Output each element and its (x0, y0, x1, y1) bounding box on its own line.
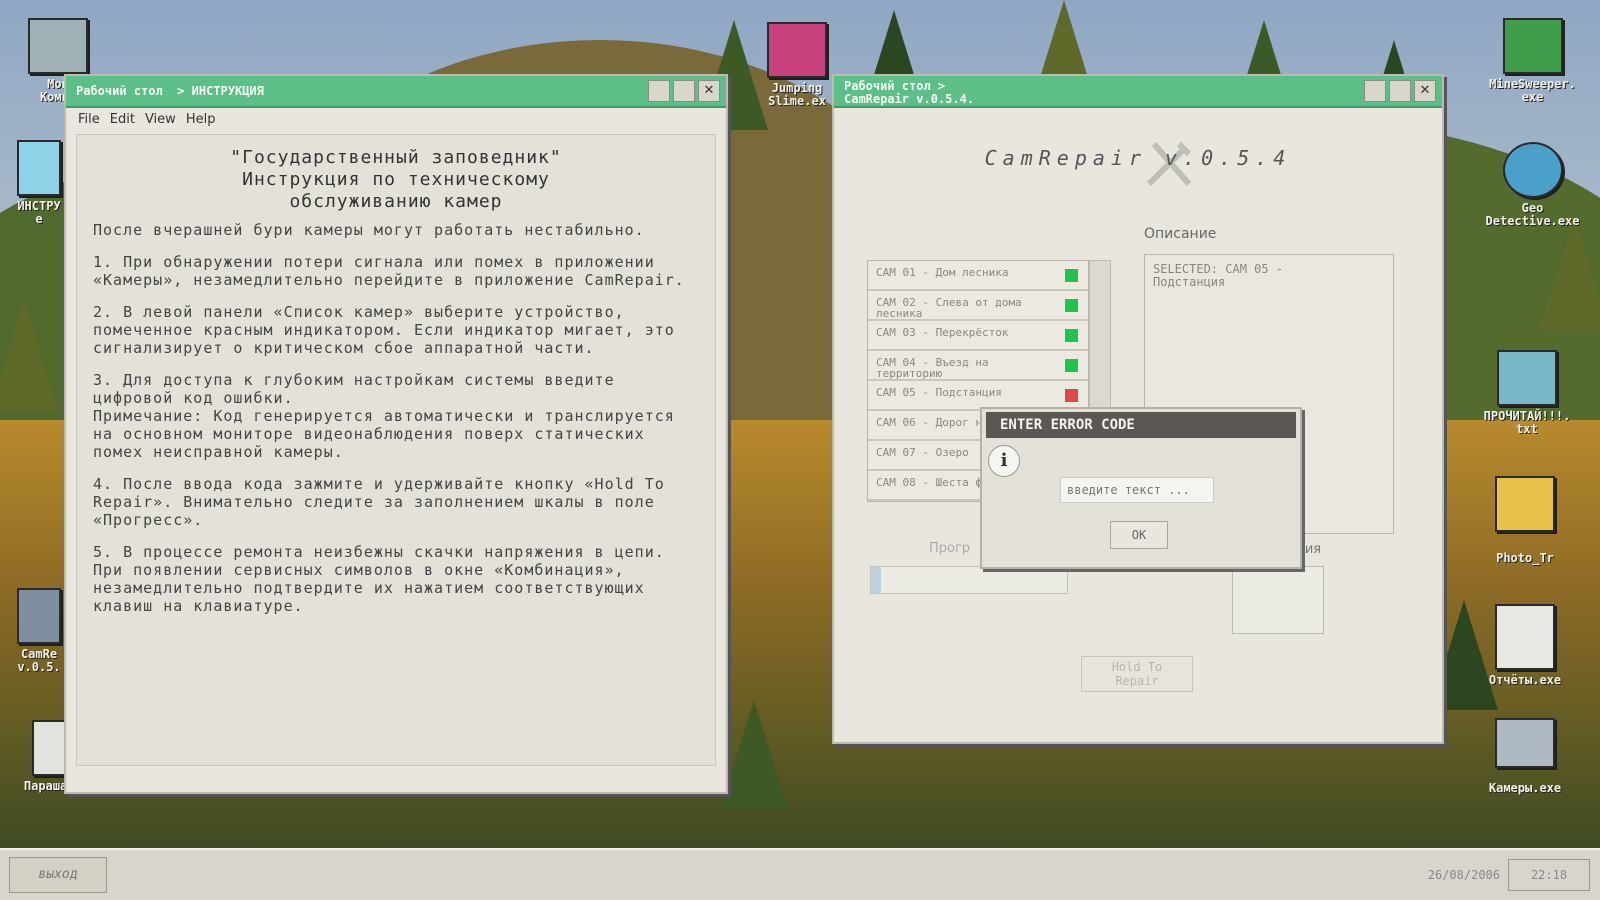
desktop-icon-cameras[interactable]: Камеры.exe (1470, 718, 1580, 795)
error-code-dialog: ENTER ERROR CODE i OK (980, 407, 1302, 569)
camrepair-titlebar[interactable]: Рабочий стол > CamRepair v.0.5.4. ✕ (834, 76, 1442, 108)
camera-icon (1495, 718, 1555, 768)
camera-list-item[interactable]: CAM 02 - Слева от дома лесника (868, 291, 1088, 321)
close-button[interactable]: ✕ (1414, 80, 1436, 102)
progress-label: Прогр (929, 541, 971, 556)
desktop-icon-photo-traps[interactable]: Photo_Tr (1470, 476, 1580, 565)
taskbar-date: 26/08/2006 (1427, 868, 1500, 882)
camera-label: CAM 05 - Подстанция (876, 386, 1002, 399)
app-title: CamRepair v.0.5.4 (984, 146, 1292, 170)
desktop-icon-minesweeper[interactable]: MineSweeper. exe (1470, 18, 1595, 104)
tools-icon (17, 588, 61, 644)
menu-edit[interactable]: Edit (110, 112, 135, 127)
camera-list-item[interactable]: CAM 03 - Перекрёсток (868, 321, 1088, 351)
minimize-button[interactable] (648, 80, 670, 102)
description-label: Описание (1144, 226, 1217, 242)
document-paragraph: 3. Для доступа к глубоким настройкам сис… (93, 371, 675, 461)
error-code-input[interactable] (1060, 477, 1214, 503)
breadcrumb-root[interactable]: Рабочий стол (76, 84, 163, 98)
desktop-icon-geo-detective[interactable]: Geo Detective.exe (1470, 142, 1595, 228)
report-icon (1495, 604, 1555, 670)
menu-view[interactable]: View (145, 112, 176, 127)
breadcrumb-current: ИНСТРУКЦИЯ (191, 84, 264, 98)
menubar: File Edit View Help (66, 108, 726, 130)
progress-bar (870, 566, 1068, 594)
computer-icon (28, 18, 88, 74)
camera-label: CAM 01 - Дом лесника (876, 266, 1009, 279)
instruction-document: "Государственный заповедник" Инструкция … (76, 134, 716, 766)
breadcrumb-separator: > (177, 84, 185, 98)
menu-help[interactable]: Help (186, 112, 216, 127)
desktop-icon-readme[interactable]: ПРОЧИТАЙ!!!. txt (1462, 350, 1592, 436)
maximize-button[interactable] (1389, 80, 1411, 102)
slime-icon (767, 22, 827, 78)
minimize-button[interactable] (1364, 80, 1386, 102)
menu-file[interactable]: File (78, 112, 100, 127)
info-icon: i (988, 445, 1020, 477)
instruction-titlebar[interactable]: Рабочий стол > ИНСТРУКЦИЯ ✕ (66, 76, 726, 108)
desktop-icon-jumping-slime[interactable]: Jumping Slime.ex (752, 22, 842, 108)
exit-button[interactable]: выход (9, 857, 107, 893)
breadcrumb-current: CamRepair v.0.5.4. (844, 92, 975, 106)
progress-fill (871, 567, 881, 593)
instruction-window: Рабочий стол > ИНСТРУКЦИЯ ✕ File Edit Vi… (64, 74, 728, 794)
combination-box (1232, 566, 1324, 634)
document-paragraph: 2. В левой панели «Список камер» выберит… (93, 303, 675, 357)
dialog-title[interactable]: ENTER ERROR CODE (986, 412, 1296, 438)
folder-icon (1495, 476, 1555, 532)
camera-label: CAM 04 - Въезд на территорию (876, 356, 989, 380)
document-icon (17, 140, 61, 196)
close-button[interactable]: ✕ (698, 80, 720, 102)
status-indicator (1065, 359, 1078, 372)
ok-button[interactable]: OK (1110, 521, 1168, 549)
globe-icon (1502, 142, 1563, 198)
desktop-icon-reports[interactable]: Отчёты.exe (1470, 604, 1580, 687)
document-paragraph: 1. При обнаружении потери сигнала или по… (93, 253, 685, 289)
document-paragraph: 4. После ввода кода зажмите и удерживайт… (93, 475, 665, 529)
hold-to-repair-button[interactable]: Hold To Repair (1081, 656, 1193, 692)
document-paragraph: 5. В процессе ремонта неизбежны скачки н… (93, 543, 665, 615)
camera-list-item[interactable]: CAM 01 - Дом лесника (868, 261, 1088, 291)
camera-label: CAM 02 - Слева от дома лесника (876, 296, 1022, 320)
status-indicator (1065, 389, 1078, 402)
status-indicator (1065, 269, 1078, 282)
camera-list-item[interactable]: CAM 04 - Въезд на территорию (868, 351, 1088, 381)
bomb-icon (1502, 18, 1563, 74)
notebook-icon (1497, 350, 1557, 406)
camera-label: CAM 03 - Перекрёсток (876, 326, 1009, 339)
taskbar-clock: 22:18 (1508, 859, 1590, 891)
document-title: "Государственный заповедник" Инструкция … (230, 147, 562, 212)
status-indicator (1065, 299, 1078, 312)
document-paragraph: После вчерашней бури камеры могут работа… (93, 221, 645, 239)
status-indicator (1065, 329, 1078, 342)
maximize-button[interactable] (673, 80, 695, 102)
taskbar: выход 26/08/2006 22:18 (0, 848, 1600, 900)
